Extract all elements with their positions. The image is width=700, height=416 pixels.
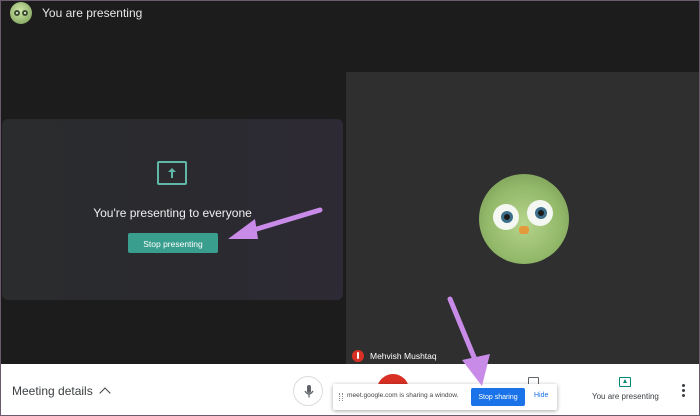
microphone-icon [304,385,314,398]
participant-avatar [479,174,569,264]
avatar-eye-left [493,204,519,230]
participant-name: Mehvish Mushtaq [370,351,437,361]
stop-presenting-button[interactable]: Stop presenting [128,233,218,253]
annotation-arrow-icon [228,207,323,239]
annotation-arrow-icon [447,296,490,386]
present-now-icon[interactable] [619,377,631,387]
meeting-details-button[interactable]: Meeting details [12,384,111,399]
sharing-message: meet.google.com is sharing a window. [347,392,459,399]
chevron-up-icon [99,387,111,399]
top-bar: You are presenting [10,2,142,24]
participant-tile: Mehvish Mushtaq [346,72,700,364]
microphone-button[interactable] [293,376,323,406]
present-screen-icon [157,161,187,185]
present-now-label[interactable]: You are presenting [592,392,659,401]
avatar [10,2,32,24]
stop-sharing-button[interactable]: Stop sharing [471,388,525,406]
drag-handle-icon[interactable] [339,393,343,401]
mic-off-icon [352,350,364,362]
hide-link[interactable]: Hide [534,392,548,399]
screen-share-banner: meet.google.com is sharing a window. Sto… [333,384,557,410]
avatar-beak [519,226,529,234]
participant-label: Mehvish Mushtaq [352,350,437,362]
presenting-title: You are presenting [42,6,143,20]
avatar-eye-right [527,200,553,226]
more-options-icon[interactable] [682,384,685,399]
meeting-stage: You are presenting You're presenting to … [0,0,700,364]
meeting-details-label: Meeting details [12,384,93,398]
